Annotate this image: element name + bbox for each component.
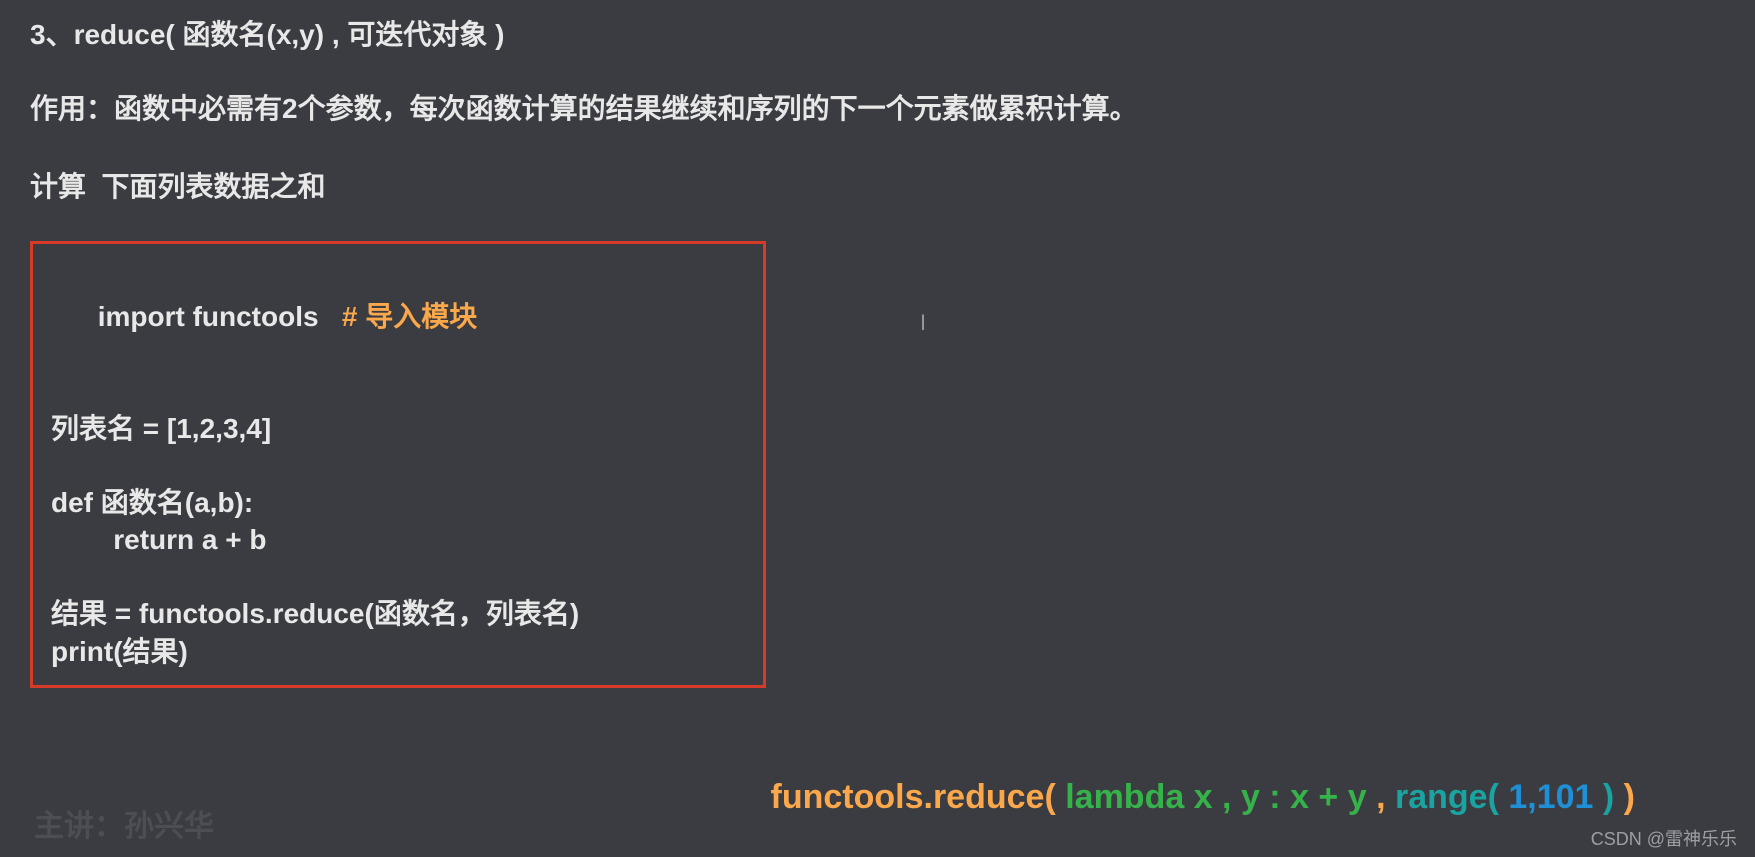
footer-expression: functools.reduce( lambda x , y : x + y ,… (752, 739, 1635, 817)
expr-part-4: range( (1395, 778, 1508, 816)
code-line-1: import functools # 导入模块 (51, 260, 745, 373)
heading: 3、reduce( 函数名(x,y) , 可迭代对象 ) (30, 16, 1725, 54)
description: 作用：函数中必需有2个参数，每次函数计算的结果继续和序列的下一个元素做累积计算。 (30, 90, 1725, 128)
expr-part-7: ) (1624, 778, 1635, 816)
code-text: import functools (98, 301, 319, 332)
text-cursor-icon: I (921, 310, 925, 336)
code-line-3: def 函数名(a,b): (51, 484, 745, 522)
slide-content: 3、reduce( 函数名(x,y) , 可迭代对象 ) 作用：函数中必需有2个… (0, 0, 1755, 688)
expr-part-6: ) (1603, 778, 1624, 816)
code-box: import functools # 导入模块 列表名 = [1,2,3,4] … (30, 241, 766, 687)
code-line-6: print(结果) (51, 633, 745, 671)
expr-part-3: , (1376, 778, 1395, 816)
expr-part-1: functools.reduce( (771, 778, 1066, 816)
watermark: CSDN @雷神乐乐 (1591, 825, 1737, 851)
subheading: 计算 下面列表数据之和 (30, 168, 1725, 206)
code-line-4: return a + b (51, 521, 745, 559)
speaker-name: 主讲：孙兴华 (34, 801, 214, 845)
code-line-5: 结果 = functools.reduce(函数名，列表名) (51, 595, 745, 633)
expr-part-5: 1,101 (1508, 778, 1603, 816)
code-line-2: 列表名 = [1,2,3,4] (51, 410, 745, 448)
expr-part-2: lambda x , y : x + y (1065, 778, 1376, 816)
code-comment: # 导入模块 (319, 301, 478, 332)
